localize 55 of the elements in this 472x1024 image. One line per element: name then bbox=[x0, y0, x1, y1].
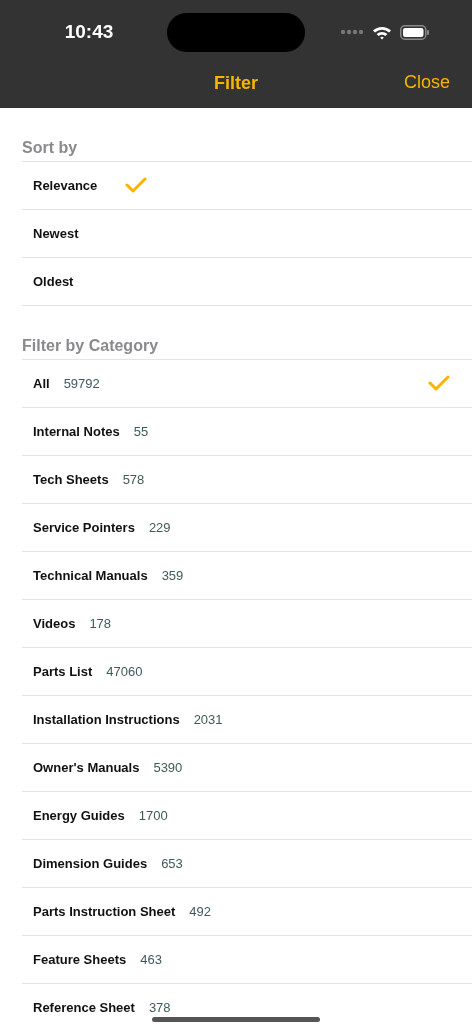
item-count: 229 bbox=[148, 520, 171, 535]
list-item[interactable]: Parts List 47060 bbox=[22, 648, 472, 696]
item-count: 178 bbox=[89, 616, 112, 631]
list-item[interactable]: Technical Manuals 359 bbox=[22, 552, 472, 600]
item-count: 492 bbox=[189, 904, 211, 919]
item-count: 2031 bbox=[193, 712, 223, 727]
list-item[interactable]: Videos 178 bbox=[22, 600, 472, 648]
item-count: 1700 bbox=[138, 808, 168, 823]
list-item[interactable]: Internal Notes 55 bbox=[22, 408, 472, 456]
list-item[interactable]: Newest bbox=[22, 210, 472, 258]
wifi-icon bbox=[372, 24, 392, 40]
item-label: Parts List bbox=[33, 664, 93, 679]
list-item[interactable]: Dimension Guides 653 bbox=[22, 840, 472, 888]
item-label: Energy Guides bbox=[33, 808, 125, 823]
item-label: Oldest bbox=[33, 274, 74, 289]
item-count: 47060 bbox=[106, 664, 143, 679]
item-label: Internal Notes bbox=[33, 424, 120, 439]
list-item[interactable]: All 59792 bbox=[22, 360, 472, 408]
item-label: All bbox=[33, 376, 50, 391]
list-item[interactable]: Energy Guides 1700 bbox=[22, 792, 472, 840]
battery-icon bbox=[400, 24, 430, 40]
item-count: 378 bbox=[148, 1000, 171, 1015]
section-header: Sort by bbox=[22, 108, 472, 162]
list-item[interactable]: Parts Instruction Sheet 492 bbox=[22, 888, 472, 936]
list-item[interactable]: Feature Sheets 463 bbox=[22, 936, 472, 984]
section-header: Filter by Category bbox=[22, 306, 472, 360]
item-label: Owner's Manuals bbox=[33, 760, 140, 775]
signal-icon bbox=[340, 29, 364, 35]
item-label: Newest bbox=[33, 226, 79, 241]
status-time: 10:43 bbox=[63, 21, 115, 43]
item-label: Installation Instructions bbox=[33, 712, 180, 727]
item-label: Tech Sheets bbox=[33, 472, 109, 487]
item-label: Videos bbox=[33, 616, 76, 631]
list-item[interactable]: Service Pointers 229 bbox=[22, 504, 472, 552]
list-item[interactable]: Owner's Manuals 5390 bbox=[22, 744, 472, 792]
item-label: Technical Manuals bbox=[33, 568, 148, 583]
item-label: Feature Sheets bbox=[33, 952, 127, 967]
item-count: 578 bbox=[122, 472, 145, 487]
item-count: 55 bbox=[133, 424, 149, 439]
list-item[interactable]: Tech Sheets 578 bbox=[22, 456, 472, 504]
close-button[interactable]: Close bbox=[403, 68, 450, 97]
item-label: Reference Sheet bbox=[33, 1000, 135, 1015]
nav-title: Filter bbox=[214, 72, 258, 94]
list-item[interactable]: Relevance bbox=[22, 162, 472, 210]
item-count: 653 bbox=[161, 856, 183, 871]
item-label: Parts Instruction Sheet bbox=[33, 904, 176, 919]
list-item[interactable]: Installation Instructions 2031 bbox=[22, 696, 472, 744]
item-count: 463 bbox=[140, 952, 162, 967]
item-count: 59792 bbox=[63, 376, 100, 391]
item-label: Relevance bbox=[33, 178, 98, 193]
item-label: Dimension Guides bbox=[33, 856, 148, 871]
item-label: Service Pointers bbox=[33, 520, 135, 535]
item-count: 359 bbox=[161, 568, 184, 583]
item-count: 5390 bbox=[153, 760, 183, 775]
list-item[interactable]: Oldest bbox=[22, 258, 472, 306]
